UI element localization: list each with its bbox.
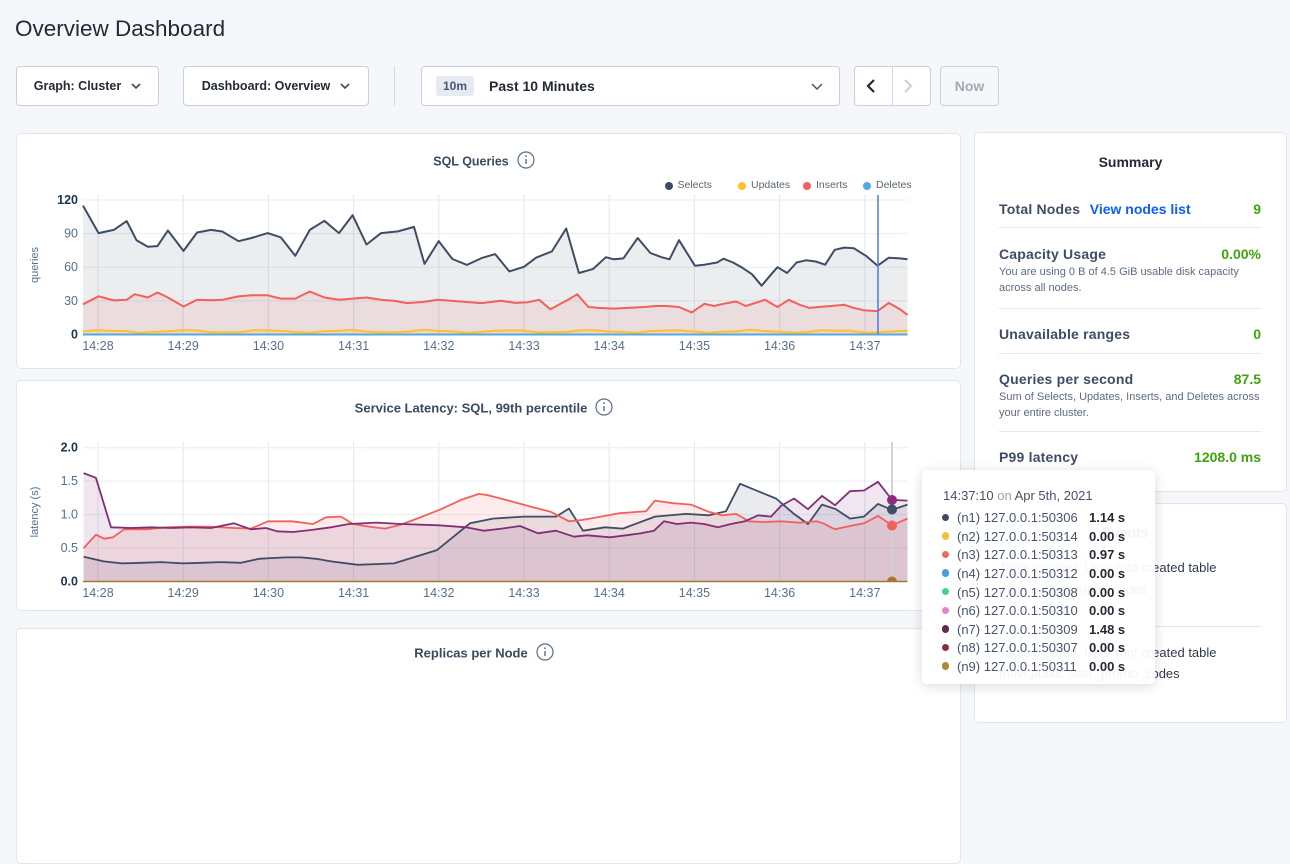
svg-text:14:28: 14:28: [82, 339, 113, 353]
svg-text:14:32: 14:32: [423, 586, 454, 600]
svg-text:90: 90: [64, 227, 78, 241]
svg-text:14:36: 14:36: [764, 339, 795, 353]
svg-text:1.5: 1.5: [61, 474, 78, 488]
svg-text:14:35: 14:35: [679, 339, 710, 353]
svg-text:14:33: 14:33: [508, 339, 539, 353]
svg-text:14:31: 14:31: [338, 586, 369, 600]
svg-text:14:31: 14:31: [338, 339, 369, 353]
svg-text:14:34: 14:34: [594, 339, 625, 353]
svg-text:14:29: 14:29: [168, 339, 199, 353]
svg-text:14:35: 14:35: [679, 586, 710, 600]
svg-text:0: 0: [71, 328, 78, 342]
svg-text:14:28: 14:28: [82, 586, 113, 600]
svg-text:14:32: 14:32: [423, 339, 454, 353]
svg-text:14:37: 14:37: [849, 586, 880, 600]
svg-text:queries: queries: [29, 246, 41, 283]
svg-text:120: 120: [57, 193, 78, 207]
svg-text:14:29: 14:29: [168, 586, 199, 600]
svg-text:14:30: 14:30: [253, 339, 284, 353]
svg-text:14:34: 14:34: [594, 586, 625, 600]
svg-text:1.0: 1.0: [61, 508, 78, 522]
svg-text:60: 60: [64, 260, 78, 274]
svg-text:0.5: 0.5: [61, 541, 78, 555]
svg-text:latency (s): latency (s): [29, 487, 41, 538]
svg-text:2.0: 2.0: [61, 441, 78, 455]
svg-text:14:37: 14:37: [849, 339, 880, 353]
svg-text:0.0: 0.0: [61, 575, 78, 589]
svg-text:14:30: 14:30: [253, 586, 284, 600]
svg-text:14:33: 14:33: [508, 586, 539, 600]
svg-text:30: 30: [64, 294, 78, 308]
svg-text:14:36: 14:36: [764, 586, 795, 600]
